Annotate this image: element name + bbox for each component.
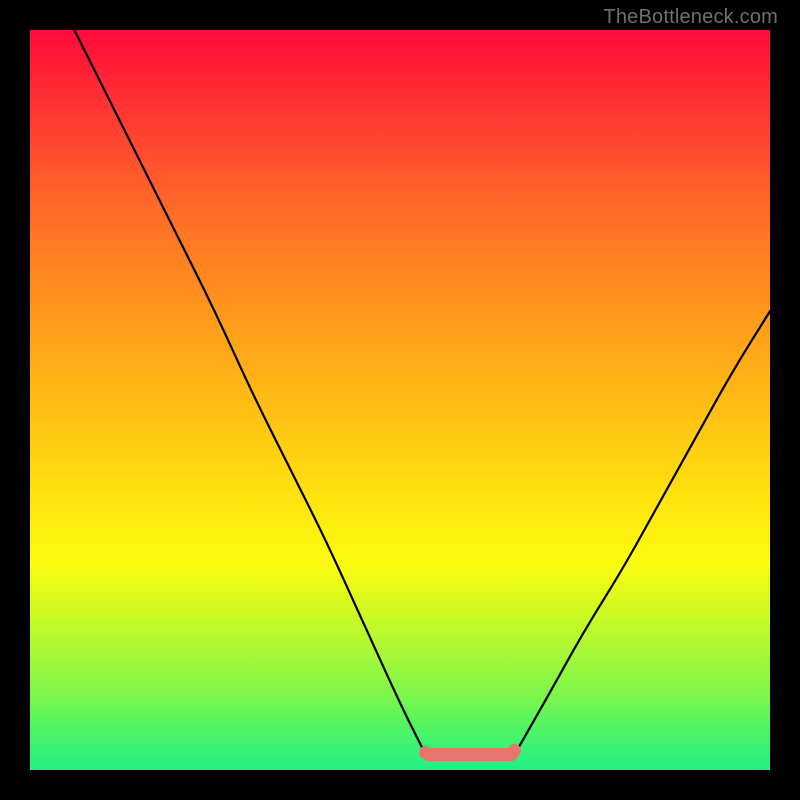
watermark-text: TheBottleneck.com [603,6,778,29]
bottleneck-curve [30,30,770,770]
trough-highlight [422,748,518,761]
plot-area [30,30,770,770]
chart-frame: TheBottleneck.com [0,0,800,800]
trough-dot-left [419,746,432,759]
